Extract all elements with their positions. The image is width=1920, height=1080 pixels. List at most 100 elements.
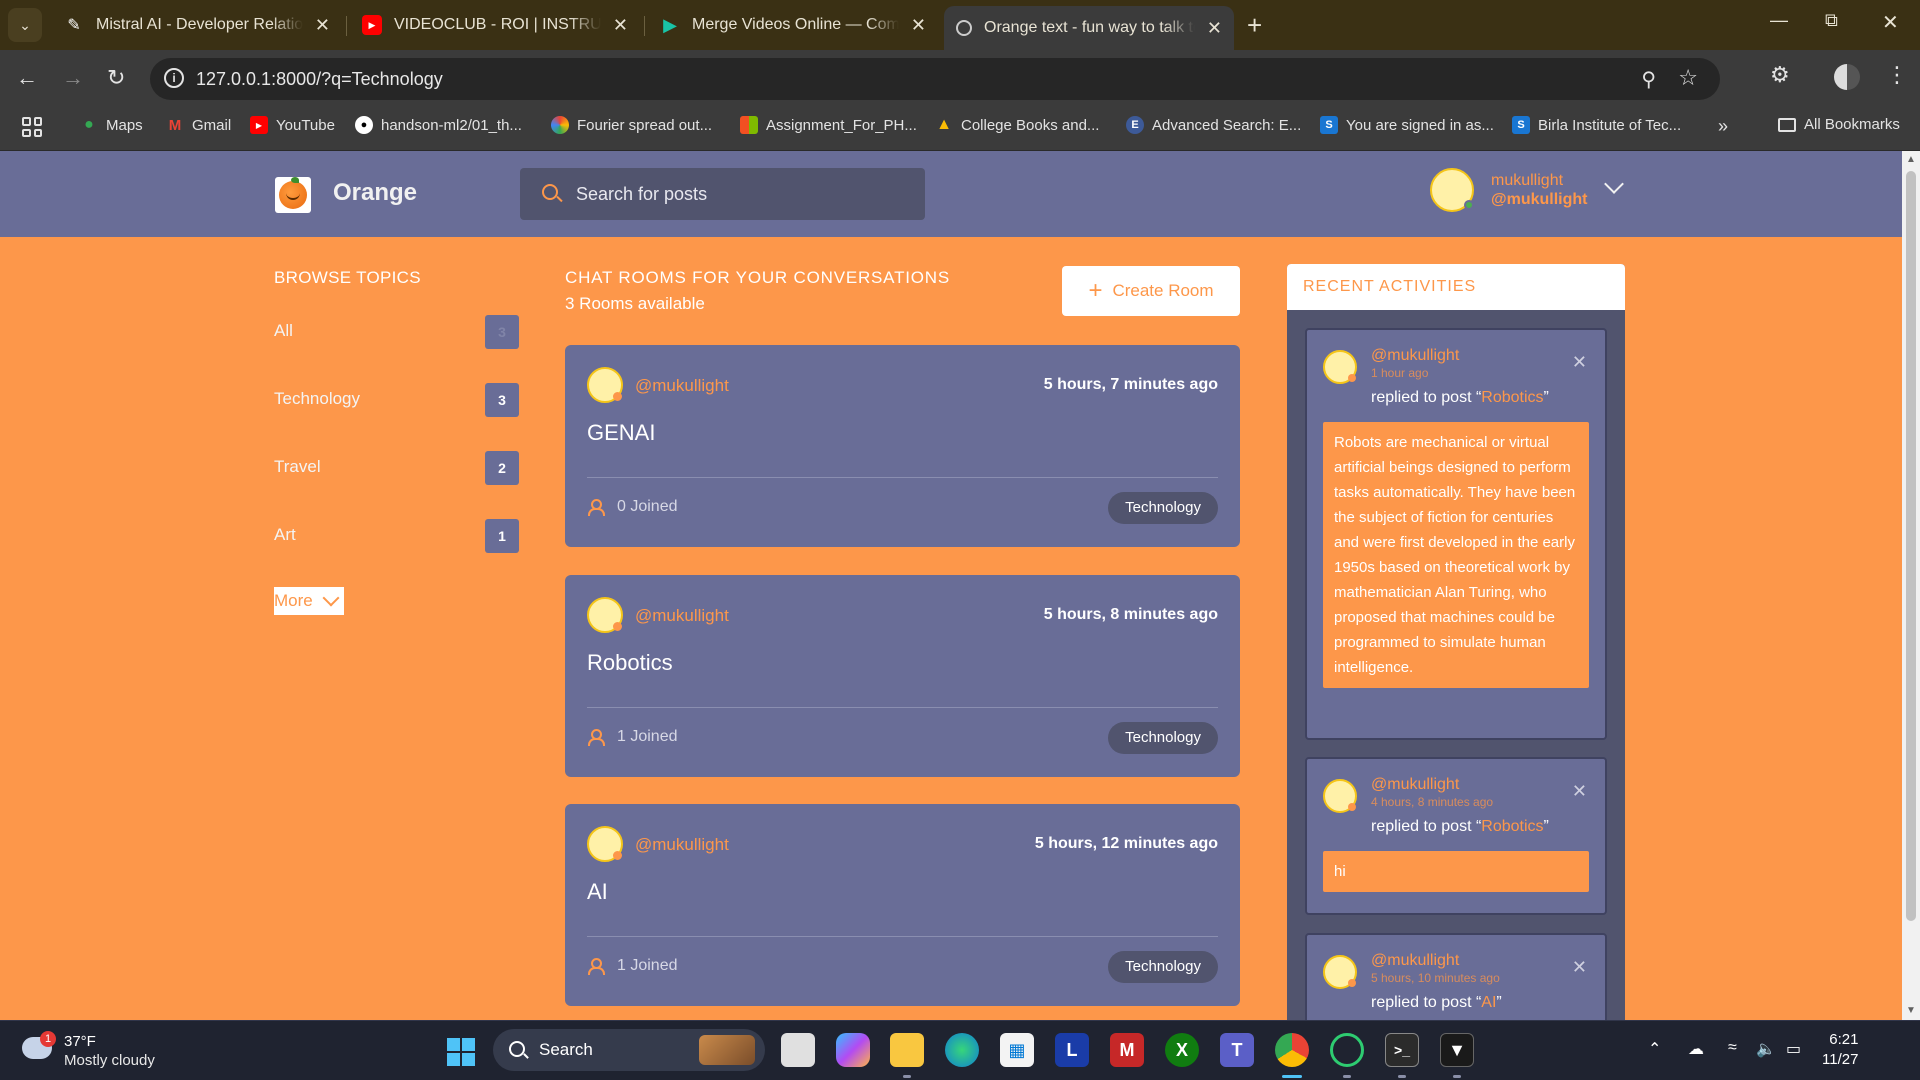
topic-technology[interactable]: Technology 3 xyxy=(274,383,519,419)
tab-orange-active[interactable]: Orange text - fun way to talk to ✕ xyxy=(944,6,1234,50)
bookmark-advanced-search[interactable]: E Advanced Search: E... xyxy=(1126,116,1301,134)
reload-icon[interactable]: ↻ xyxy=(107,65,125,91)
volume-icon[interactable]: 🔈 xyxy=(1756,1039,1776,1059)
avatar[interactable] xyxy=(1323,779,1357,813)
activity-user[interactable]: @mukullight xyxy=(1371,776,1459,794)
copilot-icon[interactable] xyxy=(836,1033,870,1067)
scroll-down-icon[interactable]: ▼ xyxy=(1906,1005,1916,1016)
loading-app-icon[interactable] xyxy=(1330,1033,1364,1067)
bookmark-star-icon[interactable]: ☆ xyxy=(1678,65,1698,91)
page-scrollbar[interactable]: ▲ ▼ xyxy=(1902,151,1920,1020)
teams-icon[interactable]: T xyxy=(1220,1033,1254,1067)
room-host[interactable]: @mukullight xyxy=(635,835,729,855)
shield-app-icon[interactable]: ▼ xyxy=(1440,1033,1474,1067)
room-name[interactable]: AI xyxy=(587,879,608,905)
store-icon[interactable]: ▦ xyxy=(1000,1033,1034,1067)
taskbar-search[interactable]: Search xyxy=(493,1029,765,1071)
topic-all[interactable]: All 3 xyxy=(274,315,519,351)
topic-travel[interactable]: Travel 2 xyxy=(274,451,519,487)
apps-grid-icon[interactable] xyxy=(22,117,42,137)
activity-post-link[interactable]: Robotics xyxy=(1481,818,1543,835)
chrome-icon[interactable] xyxy=(1275,1033,1309,1067)
room-topic-tag[interactable]: Technology xyxy=(1108,722,1218,754)
room-card[interactable]: @mukullight 5 hours, 8 minutes ago Robot… xyxy=(565,575,1240,777)
room-host[interactable]: @mukullight xyxy=(635,376,729,396)
brand-name[interactable]: Orange xyxy=(333,179,417,207)
close-window-icon[interactable]: ✕ xyxy=(1882,10,1899,35)
file-explorer-icon[interactable] xyxy=(890,1033,924,1067)
url-text[interactable]: 127.0.0.1:8000/?q=Technology xyxy=(196,69,443,90)
bookmark-github[interactable]: ● handson-ml2/01_th... xyxy=(355,116,522,134)
tab-search-icon[interactable]: ⌄ xyxy=(8,8,42,42)
avatar[interactable] xyxy=(587,597,623,633)
l-app-icon[interactable]: L xyxy=(1055,1033,1089,1067)
task-view-icon[interactable] xyxy=(781,1033,815,1067)
more-bookmarks-icon[interactable]: » xyxy=(1718,116,1728,137)
room-host[interactable]: @mukullight xyxy=(635,606,729,626)
room-name[interactable]: Robotics xyxy=(587,650,673,676)
close-icon[interactable]: ✕ xyxy=(911,15,926,36)
terminal-icon[interactable]: >_ xyxy=(1385,1033,1419,1067)
room-topic-tag[interactable]: Technology xyxy=(1108,492,1218,524)
chevron-down-icon[interactable] xyxy=(1604,174,1624,194)
bookmark-college-books[interactable]: ▲ College Books and... xyxy=(935,116,1099,134)
forward-icon[interactable]: → xyxy=(62,65,84,91)
edge-icon[interactable] xyxy=(945,1033,979,1067)
address-bar[interactable]: i 127.0.0.1:8000/?q=Technology ⚲ ☆ xyxy=(150,58,1720,100)
avatar[interactable] xyxy=(1430,168,1474,212)
site-info-icon[interactable]: i xyxy=(164,68,184,88)
bookmark-assignment[interactable]: Assignment_For_PH... xyxy=(740,116,917,134)
system-clock[interactable]: 6:21 11/27 xyxy=(1822,1030,1858,1070)
bookmark-gmail[interactable]: M Gmail xyxy=(166,116,231,134)
bookmark-maps[interactable]: ● Maps xyxy=(80,116,143,134)
topic-art[interactable]: Art 1 xyxy=(274,519,519,555)
avatar[interactable] xyxy=(1323,350,1357,384)
tab-mistral[interactable]: ✎ Mistral AI - Developer Relations ✕ xyxy=(52,6,342,44)
bookmark-youtube[interactable]: ▶ YouTube xyxy=(250,116,335,134)
close-icon[interactable]: ✕ xyxy=(1207,18,1222,39)
user-menu[interactable]: mukullight @mukullight xyxy=(1491,171,1587,209)
room-card[interactable]: @mukullight 5 hours, 7 minutes ago GENAI… xyxy=(565,345,1240,547)
more-topics-button[interactable]: More xyxy=(274,587,344,615)
close-icon[interactable]: ✕ xyxy=(613,15,628,36)
orange-logo-icon[interactable] xyxy=(275,177,311,213)
activity-post-link[interactable]: Robotics xyxy=(1481,389,1543,406)
xbox-icon[interactable]: X xyxy=(1165,1033,1199,1067)
battery-icon[interactable]: ▭ xyxy=(1786,1039,1801,1059)
zoom-icon[interactable]: ⚲ xyxy=(1641,67,1656,92)
extensions-icon[interactable]: ⚙ xyxy=(1770,62,1790,88)
create-room-button[interactable]: + Create Room xyxy=(1062,266,1240,316)
room-card[interactable]: @mukullight 5 hours, 12 minutes ago AI 1… xyxy=(565,804,1240,1006)
avatar[interactable] xyxy=(587,367,623,403)
activity-user[interactable]: @mukullight xyxy=(1371,347,1459,365)
restore-icon[interactable]: ⧉ xyxy=(1825,10,1838,31)
onedrive-icon[interactable]: ☁ xyxy=(1688,1039,1704,1059)
close-icon[interactable]: ✕ xyxy=(315,15,330,36)
close-icon[interactable]: ✕ xyxy=(1572,352,1587,373)
all-bookmarks[interactable]: All Bookmarks xyxy=(1778,116,1900,133)
bookmark-fourier[interactable]: Fourier spread out... xyxy=(551,116,712,134)
wifi-icon[interactable]: ≈ xyxy=(1728,1039,1737,1057)
weather-widget[interactable]: 1 37°F Mostly cloudy xyxy=(20,1031,180,1071)
scrollbar-thumb[interactable] xyxy=(1906,171,1916,921)
room-name[interactable]: GENAI xyxy=(587,420,655,446)
chevron-up-icon[interactable]: ⌃ xyxy=(1648,1039,1661,1059)
close-icon[interactable]: ✕ xyxy=(1572,781,1587,802)
minimize-icon[interactable]: — xyxy=(1770,10,1788,31)
new-tab-icon[interactable]: + xyxy=(1247,10,1262,40)
avatar[interactable] xyxy=(587,826,623,862)
close-icon[interactable]: ✕ xyxy=(1572,957,1587,978)
tab-videoclub[interactable]: ▶ VIDEOCLUB - ROI | INSTRUMENTAL ✕ xyxy=(350,6,640,44)
browser-menu-icon[interactable]: ⋮ xyxy=(1886,62,1908,88)
profile-avatar[interactable] xyxy=(1834,64,1860,90)
tab-merge-videos[interactable]: ▶ Merge Videos Online — Combine ✕ xyxy=(648,6,938,44)
bookmark-signed-in[interactable]: S You are signed in as... xyxy=(1320,116,1494,134)
bookmark-birla[interactable]: S Birla Institute of Tec... xyxy=(1512,116,1681,134)
scroll-up-icon[interactable]: ▲ xyxy=(1906,154,1916,165)
mcafee-icon[interactable]: M xyxy=(1110,1033,1144,1067)
back-icon[interactable]: ← xyxy=(16,65,38,91)
search-input[interactable]: Search for posts xyxy=(520,168,925,220)
activity-user[interactable]: @mukullight xyxy=(1371,952,1459,970)
room-topic-tag[interactable]: Technology xyxy=(1108,951,1218,983)
activity-post-link[interactable]: AI xyxy=(1481,994,1496,1011)
